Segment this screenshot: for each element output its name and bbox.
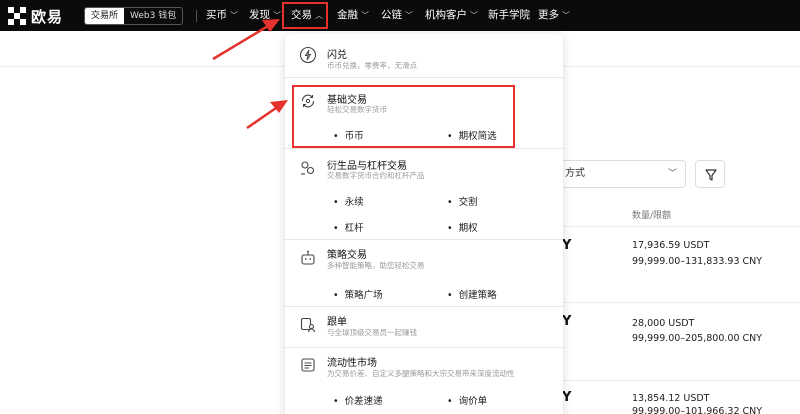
annotation-arrows: [212, 19, 288, 130]
arrow-head-icon: [262, 19, 280, 32]
arrow-to-basic-trade: [246, 106, 277, 130]
arrow-to-trade-nav: [212, 24, 269, 61]
